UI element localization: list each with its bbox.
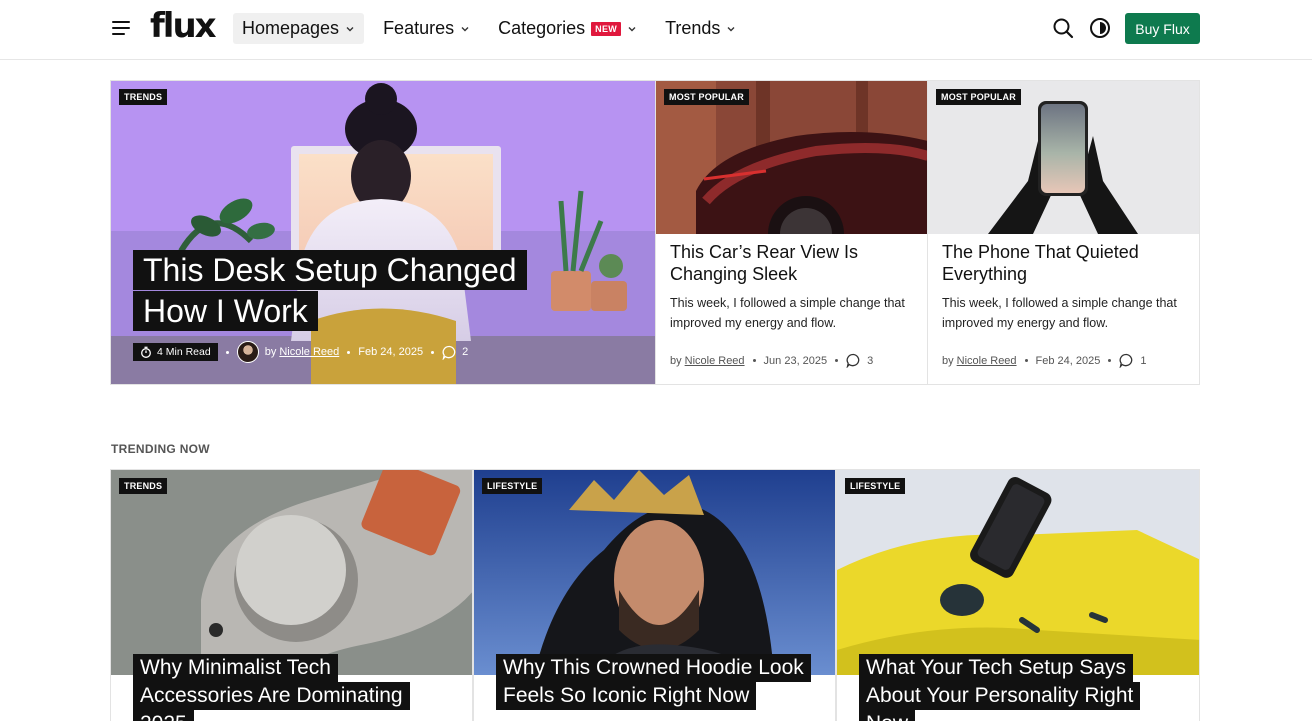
trend-card-accessories[interactable]: TRENDS Why Minimalist Tech Accessories A… [110,469,473,721]
card-title-line[interactable]: About Your Personality Right [859,682,1141,710]
category-tag[interactable]: MOST POPULAR [936,89,1021,105]
post-date: Jun 23, 2025 [763,354,828,367]
nav-features[interactable]: Features [374,13,479,44]
main-nav: Homepages Features Categories NEW Trends [233,13,755,44]
meta-separator [431,350,435,354]
trend-card-tech-setup[interactable]: LIFESTYLE What Your Tech Setup Says Abou… [836,469,1200,721]
meta-separator [1024,359,1028,362]
side-card-car[interactable]: MOST POPULAR This Car’s Rear View Is Cha… [655,81,927,384]
trend-card-hoodie[interactable]: LIFESTYLE Why This Crowned Hoodie Look F… [473,469,836,721]
site-header: flux Homepages Features Categories NEW T… [0,0,1312,60]
comment-icon[interactable] [442,345,457,360]
card-title-line[interactable]: Why Minimalist Tech [133,654,338,682]
author-link[interactable]: Nicole Reed [279,346,339,358]
chevron-down-icon [628,26,636,31]
card-title-line[interactable]: Accessories Are Dominating [133,682,410,710]
hero-title-line-1[interactable]: This Desk Setup Changed [133,250,527,290]
nav-homepages-label: Homepages [242,18,340,38]
nav-trends[interactable]: Trends [656,13,745,44]
comment-icon[interactable] [846,353,861,368]
tech-setup-image [837,470,1199,675]
comment-count[interactable]: 3 [867,355,873,367]
card-excerpt: This week, I followed a simple change th… [670,296,905,330]
chevron-down-icon [346,26,354,31]
chevron-down-icon [727,26,735,31]
chevron-down-icon [461,26,469,31]
category-tag[interactable]: LIFESTYLE [845,478,906,494]
category-tag[interactable]: TRENDS [119,89,168,105]
category-tag[interactable]: MOST POPULAR [664,89,749,105]
card-title-line[interactable]: Now [859,710,916,721]
author-link[interactable]: Nicole Reed [685,355,745,367]
comment-icon[interactable] [1119,353,1134,368]
hero-title-line-2[interactable]: How I Work [133,291,318,331]
hero-main-card[interactable]: TRENDS This Desk Setup Changed How I Wor… [111,81,655,384]
hoodie-illustration [474,470,835,675]
meta-separator [347,350,351,354]
site-logo[interactable]: flux [150,6,217,46]
tech-setup-illustration [837,470,1199,675]
section-heading-trending: TRENDING NOW [111,442,210,456]
nav-trends-label: Trends [665,18,721,38]
search-icon[interactable] [1052,17,1074,39]
by-label: by [942,354,954,367]
comment-count[interactable]: 2 [462,346,468,358]
buy-flux-button[interactable]: Buy Flux [1125,13,1200,44]
card-title-line[interactable]: Feels So Iconic Right Now [496,682,757,710]
meta-separator [752,359,756,362]
hero-meta: 4 Min Read by Nicole Reed Feb 24, 2025 2 [133,341,468,363]
avatar[interactable] [236,341,259,363]
by-label: by [264,346,277,358]
card-title-line[interactable]: Why This Crowned Hoodie Look [496,654,811,682]
nav-categories-label: Categories [498,18,586,38]
meta-separator [1108,359,1112,362]
post-date: Feb 24, 2025 [1035,354,1101,367]
accessory-illustration [111,470,472,675]
by-label: by [670,354,682,367]
theme-toggle-icon[interactable] [1089,17,1111,39]
stopwatch-icon [141,346,151,358]
author-link[interactable]: Nicole Reed [957,355,1017,367]
card-title[interactable]: The Phone That Quieted Everything [942,241,1187,285]
hero-main-image [111,81,655,384]
side-card-phone[interactable]: MOST POPULAR The Phone That Quieted Ever… [927,81,1199,384]
hero-grid: TRENDS This Desk Setup Changed How I Wor… [110,80,1200,385]
post-date: Feb 24, 2025 [358,346,424,358]
hoodie-image [474,470,835,675]
nav-homepages[interactable]: Homepages [233,13,365,44]
category-tag[interactable]: LIFESTYLE [482,478,543,494]
card-excerpt: This week, I followed a simple change th… [942,296,1177,330]
menu-icon[interactable] [112,19,134,37]
card-title-line[interactable]: 2025 [133,710,194,721]
card-meta: by Nicole Reed Feb 24, 2025 1 [942,353,1147,368]
card-title[interactable]: This Car’s Rear View Is Changing Sleek [670,241,915,285]
meta-separator [835,359,839,362]
comment-count[interactable]: 1 [1140,355,1146,367]
category-tag[interactable]: TRENDS [119,478,168,494]
new-badge: NEW [591,21,622,36]
read-time: 4 Min Read [133,343,218,361]
accessory-image [111,470,472,675]
nav-features-label: Features [383,18,455,38]
card-title-line[interactable]: What Your Tech Setup Says [859,654,1133,682]
meta-separator [225,350,229,354]
read-time-label: 4 Min Read [157,346,211,358]
nav-categories[interactable]: Categories NEW [489,13,646,44]
card-meta: by Nicole Reed Jun 23, 2025 3 [670,353,873,368]
